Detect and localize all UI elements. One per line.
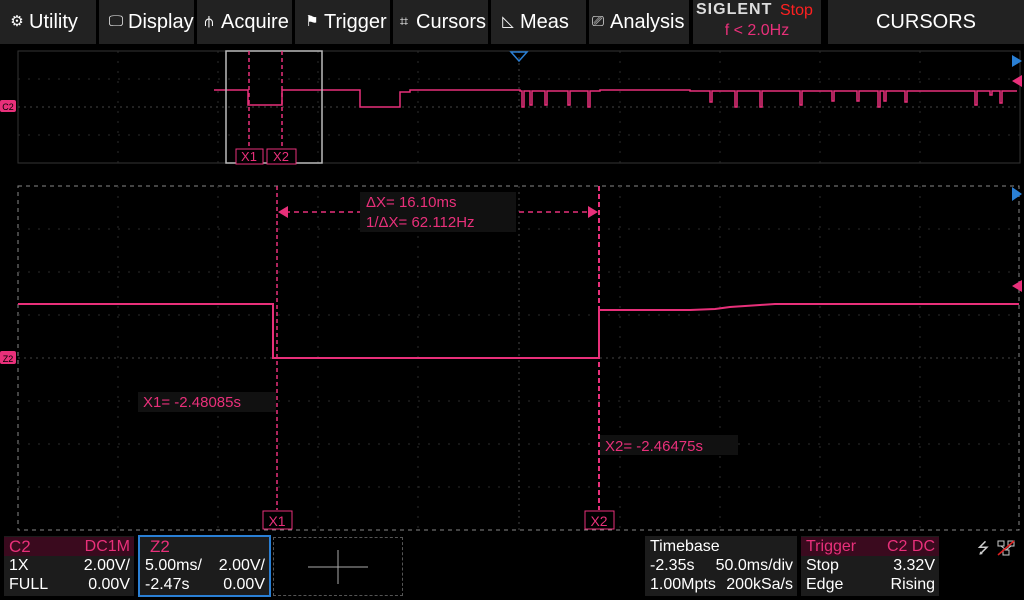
menu-analysis-label: Analysis — [610, 11, 685, 33]
trigger-position-icon[interactable] — [509, 51, 529, 63]
menu-display[interactable]: 🖵 Display — [99, 0, 194, 44]
trigger-panel[interactable]: Trigger C2 DC Stop 3.32V Edge Rising — [801, 536, 939, 596]
zoom-trigger-level-arrow-icon[interactable] — [1012, 187, 1022, 201]
menu-cursors-label: Cursors — [416, 11, 487, 33]
run-status: SIGLENT Stop f < 2.0Hz — [693, 0, 821, 44]
channel-c2-panel[interactable]: C2 DC1M 1X 2.00V/ FULL 0.00V — [4, 536, 134, 596]
position-crosshair-panel[interactable] — [273, 537, 403, 596]
timebase-panel[interactable]: Timebase -2.35s 50.0ms/div 1.00Mpts 200k… — [645, 536, 797, 596]
menu-cursors[interactable]: ⌗ Cursors — [393, 0, 488, 44]
menu-acquire[interactable]: ⫛ Acquire — [197, 0, 292, 44]
channel-level-arrow-icon[interactable] — [1012, 75, 1022, 87]
zoom-z2-scale: 2.00V/ — [218, 557, 265, 574]
channel-c2-scale: 2.00V/ — [83, 557, 130, 574]
cursor-grid-icon: ⌗ — [399, 13, 409, 30]
zoom-z2-offset: 0.00V — [223, 576, 265, 593]
channel-c2-name: C2 — [9, 537, 31, 556]
timebase-delay: -2.35s — [650, 557, 695, 574]
x1-readout: X1= -2.48085s — [143, 394, 241, 411]
trigger-level: 3.32V — [893, 557, 935, 574]
overview-grid — [17, 50, 1021, 164]
channel-c2-offset: 0.00V — [88, 576, 130, 593]
channel-c2-probe: 1X — [9, 557, 29, 574]
overview-x2-marker[interactable]: X2 — [266, 148, 297, 165]
meas-icon: ◺ — [502, 13, 514, 30]
connectivity-panel: ⭍ — [943, 536, 1024, 596]
trigger-state: Stop — [806, 557, 839, 574]
channel-c2-bandwidth: FULL — [9, 576, 49, 593]
menu-bar: ⚙ Utility 🖵 Display ⫛ Acquire ⚑ Trigger ⌗ Cur… — [0, 0, 1024, 46]
timebase-scale: 50.0ms/div — [715, 557, 793, 574]
mode-title: CURSORS — [828, 0, 1024, 44]
overview-x1-label: X1 — [241, 149, 257, 164]
display-icon: 🖵 — [108, 13, 124, 30]
zoom-z2-timebase: 5.00ms/ — [145, 557, 202, 574]
menu-meas-label: Meas — [520, 11, 569, 33]
overview-x2-label: X2 — [273, 149, 289, 164]
gear-icon: ⚙ — [10, 13, 24, 30]
overview-channel-marker[interactable]: C2 — [0, 100, 16, 112]
channel-c2-coupling: DC1M — [84, 538, 130, 555]
zoom-z2-panel[interactable]: Z2 5.00ms/ 2.00V/ -2.47s 0.00V — [138, 535, 271, 597]
menu-analysis[interactable]: ⎚ Analysis — [589, 0, 689, 44]
menu-trigger[interactable]: ⚑ Trigger — [295, 0, 390, 44]
menu-utility-label: Utility — [29, 11, 78, 33]
x1-marker-label: X1 — [268, 513, 285, 529]
inverse-delta-x-readout: 1/ΔX= 62.112Hz — [366, 214, 475, 231]
x2-readout: X2= -2.46475s — [605, 438, 703, 455]
zoom-z2-name: Z2 — [150, 537, 170, 556]
overview-trace — [214, 89, 1017, 108]
brand-logo: SIGLENT — [696, 1, 773, 18]
overview-x1-marker[interactable]: X1 — [235, 148, 264, 165]
x2-marker[interactable]: X2 — [584, 510, 615, 530]
flag-icon: ⚑ — [305, 13, 319, 30]
menu-trigger-label: Trigger — [324, 11, 387, 33]
timebase-title: Timebase — [650, 538, 720, 555]
timebase-memory-depth: 1.00Mpts — [650, 576, 716, 593]
analysis-icon: ⎚ — [591, 13, 604, 30]
delta-x-readout: ΔX= 16.10ms — [366, 194, 456, 211]
crosshair-icon — [308, 550, 368, 584]
network-icon — [997, 540, 1015, 556]
acquire-icon: ⫛ — [204, 13, 214, 30]
zoom-channel-marker[interactable]: Z2 — [0, 351, 16, 364]
trigger-title: Trigger — [806, 538, 857, 555]
zoom-z2-delay: -2.47s — [145, 576, 190, 593]
usb-icon: ⭍ — [977, 540, 990, 557]
x1-marker[interactable]: X1 — [262, 510, 293, 530]
trigger-frequency: f < 2.0Hz — [724, 22, 790, 39]
zoom-channel-label: Z2 — [3, 354, 14, 364]
trigger-type: Edge — [806, 576, 844, 593]
menu-utility[interactable]: ⚙ Utility — [0, 0, 96, 44]
overview-waveform: X1 X2 C2 — [0, 50, 1022, 165]
menu-acquire-label: Acquire — [221, 11, 289, 33]
timebase-sample-rate: 200kSa/s — [726, 576, 793, 593]
menu-meas[interactable]: ◺ Meas — [491, 0, 586, 44]
trigger-source: C2 DC — [886, 538, 935, 555]
run-state[interactable]: Stop — [780, 2, 813, 20]
menu-display-label: Display — [128, 11, 194, 33]
zoom-channel-level-arrow-icon[interactable] — [1012, 280, 1022, 292]
x2-marker-label: X2 — [590, 513, 607, 529]
overview-channel-label: C2 — [2, 102, 14, 112]
zoom-waveform: ΔX= 16.10ms 1/ΔX= 62.112Hz X1= -2.48085s… — [0, 185, 1022, 531]
trigger-slope: Rising — [890, 576, 935, 593]
